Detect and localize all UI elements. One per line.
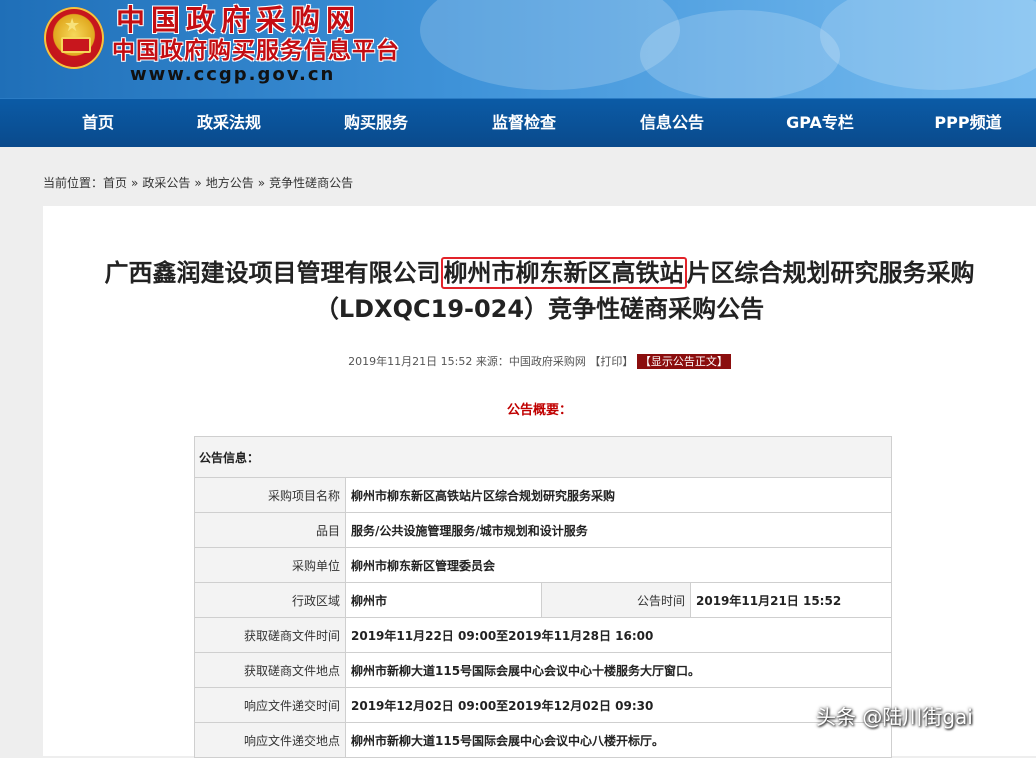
title-highlight: 柳州市柳东新区高铁站	[440, 257, 687, 289]
row-label: 获取磋商文件地点	[194, 652, 346, 688]
announcement-title: 广西鑫润建设项目管理有限公司 柳州市柳东新区高铁站 片区综合规划研究服务采购 （LD…	[43, 255, 1036, 327]
row-label: 获取磋商文件时间	[194, 617, 346, 653]
breadcrumb-item-procurement-notices[interactable]: 政采公告	[142, 176, 190, 190]
row-label: 公告时间	[541, 582, 691, 618]
title-part: 片区综合规划研究服务采购	[686, 259, 975, 287]
breadcrumb-item-competitive-negotiation[interactable]: 竞争性磋商公告	[269, 176, 353, 190]
header-cloud-decoration	[820, 0, 1036, 90]
row-label: 采购单位	[194, 547, 346, 583]
title-part: 广西鑫润建设项目管理有限公司	[104, 259, 441, 287]
table-row: 响应文件递交时间 2019年12月02日 09:00至2019年12月02日 0…	[194, 687, 892, 723]
row-label: 采购项目名称	[194, 477, 346, 513]
row-value: 2019年11月22日 09:00至2019年11月28日 16:00	[345, 617, 892, 653]
row-label: 品目	[194, 512, 346, 548]
breadcrumb: 当前位置：首页» 政采公告» 地方公告» 竞争性磋商公告	[43, 173, 353, 193]
row-value: 柳州市柳东新区高铁站片区综合规划研究服务采购	[345, 477, 892, 513]
table-row: 响应文件递交地点 柳州市新柳大道115号国际会展中心会议中心八楼开标厅。	[194, 722, 892, 758]
announcement-info-table: 公告信息： 采购项目名称 柳州市柳东新区高铁站片区综合规划研究服务采购 品目 服…	[194, 436, 892, 758]
table-row: 公告信息：	[194, 436, 892, 478]
title-line2: （LDXQC19-024）竞争性磋商采购公告	[314, 295, 765, 323]
nav-item-gpa[interactable]: GPA专栏	[760, 99, 880, 147]
nav-item-regulations[interactable]: 政采法规	[169, 99, 289, 147]
table-row: 采购单位 柳州市柳东新区管理委员会	[194, 547, 892, 583]
row-label: 响应文件递交地点	[194, 722, 346, 758]
summary-heading: 公告概要：	[506, 403, 572, 418]
nav-item-supervision[interactable]: 监督检查	[464, 99, 584, 147]
site-subtitle: 中国政府购买服务信息平台	[112, 38, 400, 64]
breadcrumb-item-home[interactable]: 首页	[103, 176, 127, 190]
breadcrumb-separator: »	[194, 176, 202, 190]
table-row: 行政区域 柳州市 公告时间 2019年11月21日 15:52	[194, 582, 892, 618]
breadcrumb-item-local-notices[interactable]: 地方公告	[206, 176, 254, 190]
national-emblem-logo[interactable]: ★	[44, 7, 104, 69]
breadcrumb-prefix: 当前位置：	[43, 176, 104, 190]
row-value: 2019年12月02日 09:00至2019年12月02日 09:30	[345, 687, 892, 723]
table-row: 获取磋商文件时间 2019年11月22日 09:00至2019年11月28日 1…	[194, 617, 892, 653]
row-value: 柳州市新柳大道115号国际会展中心会议中心十楼服务大厅窗口。	[345, 652, 892, 688]
table-row: 采购项目名称 柳州市柳东新区高铁站片区综合规划研究服务采购	[194, 477, 892, 513]
table-row: 获取磋商文件地点 柳州市新柳大道115号国际会展中心会议中心十楼服务大厅窗口。	[194, 652, 892, 688]
nav-item-announcements[interactable]: 信息公告	[612, 99, 732, 147]
table-row: 品目 服务/公共设施管理服务/城市规划和设计服务	[194, 512, 892, 548]
meta-datetime: 2019年11月21日 15:52	[348, 355, 473, 368]
site-header: ★ 中国政府采购网 中国政府购买服务信息平台 www.ccgp.gov.cn	[0, 0, 1036, 98]
content-panel: 广西鑫润建设项目管理有限公司 柳州市柳东新区高铁站 片区综合规划研究服务采购 （LD…	[43, 206, 1036, 758]
row-value: 柳州市	[345, 582, 542, 618]
row-value: 柳州市柳东新区管理委员会	[345, 547, 892, 583]
site-name[interactable]: 中国政府采购网	[116, 2, 361, 38]
header-cloud-decoration	[420, 0, 680, 90]
show-full-notice-button[interactable]: 【显示公告正文】	[636, 354, 731, 369]
star-icon: ★	[64, 15, 81, 36]
row-value: 服务/公共设施管理服务/城市规划和设计服务	[345, 512, 892, 548]
nav-item-home[interactable]: 首页	[38, 99, 158, 147]
nav-item-ppp[interactable]: PPP频道	[908, 99, 1028, 147]
row-label: 行政区域	[194, 582, 346, 618]
watermark: 头条 @陆川街gai	[816, 705, 973, 729]
row-value: 柳州市新柳大道115号国际会展中心会议中心八楼开标厅。	[345, 722, 892, 758]
announcement-meta: 2019年11月21日 15:52 来源：中国政府采购网 【打印】 【显示公告正…	[43, 353, 1036, 371]
site-url[interactable]: www.ccgp.gov.cn	[130, 64, 335, 86]
header-cloud-decoration	[640, 10, 840, 98]
table-section-header: 公告信息：	[194, 436, 892, 478]
row-label: 响应文件递交时间	[194, 687, 346, 723]
print-link[interactable]: 【打印】	[589, 355, 633, 368]
meta-source: 来源：中国政府采购网	[475, 355, 586, 368]
breadcrumb-separator: »	[257, 176, 266, 190]
row-value: 2019年11月21日 15:52	[690, 582, 892, 618]
nav-item-purchase-services[interactable]: 购买服务	[316, 99, 436, 147]
main-nav: 首页 政采法规 购买服务 监督检查 信息公告 GPA专栏 PPP频道	[0, 98, 1036, 147]
breadcrumb-separator: »	[131, 176, 139, 190]
gate-icon	[61, 37, 91, 53]
